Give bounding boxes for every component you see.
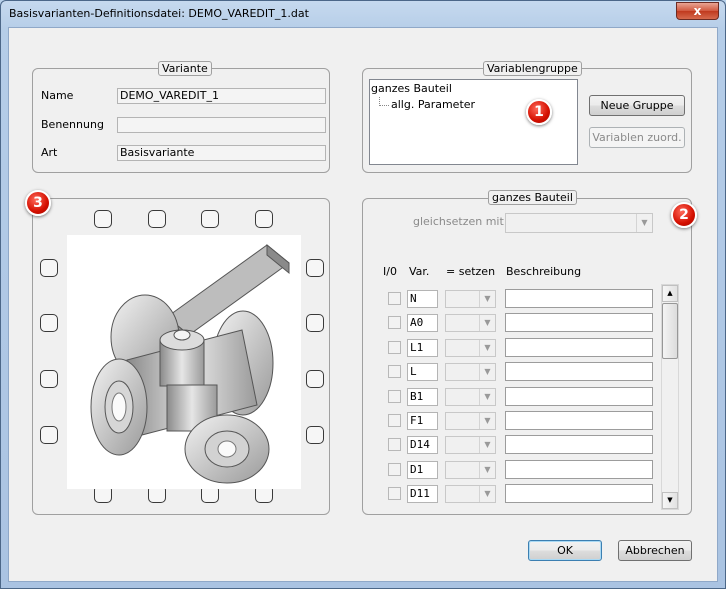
chevron-down-icon: ▼ — [479, 461, 495, 478]
badge-1: 1 — [526, 99, 552, 125]
badge-3: 3 — [25, 190, 51, 216]
name-label: Name — [41, 89, 74, 102]
slot-right-1[interactable] — [306, 259, 324, 277]
description-input[interactable] — [505, 435, 653, 455]
ok-button[interactable]: OK — [528, 540, 602, 561]
art-field: Basisvariante — [117, 145, 326, 161]
chevron-down-icon: ▼ — [479, 437, 495, 454]
io-checkbox[interactable] — [388, 438, 401, 452]
description-input[interactable] — [505, 362, 653, 382]
setzen-dropdown: ▼ — [445, 412, 496, 430]
valve-3d-icon — [90, 243, 290, 484]
io-checkbox[interactable] — [388, 365, 401, 379]
tree-item-child[interactable]: allg. Parameter — [391, 98, 475, 111]
scroll-thumb[interactable] — [662, 303, 678, 359]
neue-gruppe-button[interactable]: Neue Gruppe — [589, 95, 685, 116]
art-label: Art — [41, 146, 58, 159]
chevron-down-icon: ▼ — [479, 339, 495, 356]
benennung-field[interactable] — [117, 117, 326, 133]
description-input[interactable] — [505, 289, 653, 308]
col-desc-header: Beschreibung — [506, 265, 582, 278]
chevron-down-icon: ▼ — [479, 413, 495, 429]
variablengruppe-legend: Variablengruppe — [483, 61, 582, 76]
slot-left-2[interactable] — [40, 314, 58, 332]
chevron-down-icon: ▼ — [479, 364, 495, 381]
title-bar: Basisvarianten-Definitionsdatei: DEMO_VA… — [1, 1, 725, 27]
close-button[interactable]: x — [676, 2, 719, 20]
var-name-field: D14 — [407, 436, 438, 455]
slot-left-4[interactable] — [40, 426, 58, 444]
var-name-field: D11 — [407, 485, 438, 504]
variable-list-scrollbar[interactable]: ▲ ▼ — [661, 284, 679, 510]
window-title: Basisvarianten-Definitionsdatei: DEMO_VA… — [9, 7, 309, 20]
slot-right-2[interactable] — [306, 314, 324, 332]
slot-left-1[interactable] — [40, 259, 58, 277]
slot-right-3[interactable] — [306, 370, 324, 388]
io-checkbox[interactable] — [388, 340, 401, 354]
description-input[interactable] — [505, 337, 653, 357]
var-name-field: A0 — [407, 314, 438, 333]
chevron-down-icon: ▼ — [479, 291, 495, 307]
gleichsetzen-label: gleichsetzen mit — [413, 215, 504, 228]
setzen-dropdown: ▼ — [445, 485, 496, 504]
slot-top-2[interactable] — [148, 210, 166, 228]
slot-right-4[interactable] — [306, 426, 324, 444]
setzen-dropdown: ▼ — [445, 290, 496, 308]
var-name-field: B1 — [407, 387, 438, 406]
dialog-window: Basisvarianten-Definitionsdatei: DEMO_VA… — [0, 0, 726, 589]
col-io-header: I/0 — [383, 265, 397, 278]
badge-2: 2 — [671, 202, 697, 228]
description-input[interactable] — [505, 411, 653, 430]
description-input[interactable] — [505, 386, 653, 406]
variante-legend: Variante — [158, 61, 212, 76]
gleichsetzen-dropdown: ▼ — [505, 213, 653, 233]
benennung-label: Benennung — [41, 118, 104, 131]
slot-top-3[interactable] — [201, 210, 219, 228]
variablengruppe-group: Variablengruppe ganzes Bauteil allg. Par… — [362, 61, 692, 173]
chevron-down-icon: ▼ — [479, 388, 495, 405]
dialog-client-area: Variante Name DEMO_VAREDIT_1 Benennung A… — [8, 27, 718, 582]
var-name-field: F1 — [407, 412, 438, 430]
cancel-button[interactable]: Abbrechen — [618, 540, 692, 561]
bauteil-legend: ganzes Bauteil — [488, 190, 577, 205]
io-checkbox[interactable] — [388, 462, 401, 476]
description-input[interactable] — [505, 459, 653, 479]
variante-group: Variante Name DEMO_VAREDIT_1 Benennung A… — [32, 61, 330, 173]
io-checkbox[interactable] — [388, 414, 401, 427]
setzen-dropdown: ▼ — [445, 314, 496, 333]
setzen-dropdown: ▼ — [445, 338, 496, 357]
description-input[interactable] — [505, 484, 653, 504]
variablen-zuord-button: Variablen zuord. — [589, 127, 685, 148]
setzen-dropdown: ▼ — [445, 387, 496, 406]
scroll-down-icon[interactable]: ▼ — [662, 492, 678, 509]
scroll-up-icon[interactable]: ▲ — [662, 285, 678, 302]
io-checkbox[interactable] — [388, 292, 401, 305]
name-field[interactable]: DEMO_VAREDIT_1 — [117, 88, 326, 104]
tree-connector — [379, 97, 389, 106]
io-checkbox[interactable] — [388, 487, 401, 501]
var-name-field: N — [407, 290, 438, 308]
var-name-field: D1 — [407, 460, 438, 479]
chevron-down-icon: ▼ — [479, 486, 495, 503]
var-name-field: L — [407, 363, 438, 382]
col-setzen-header: = setzen — [446, 265, 496, 278]
setzen-dropdown: ▼ — [445, 460, 496, 479]
setzen-dropdown: ▼ — [445, 363, 496, 382]
slot-top-4[interactable] — [255, 210, 273, 228]
slot-left-3[interactable] — [40, 370, 58, 388]
col-var-header: Var. — [409, 265, 430, 278]
var-name-field: L1 — [407, 338, 438, 357]
chevron-down-icon: ▼ — [479, 315, 495, 332]
chevron-down-icon: ▼ — [636, 214, 652, 232]
description-input[interactable] — [505, 313, 653, 333]
setzen-dropdown: ▼ — [445, 436, 496, 455]
io-checkbox[interactable] — [388, 316, 401, 330]
tree-item-root[interactable]: ganzes Bauteil — [371, 82, 452, 95]
slot-top-1[interactable] — [94, 210, 112, 228]
io-checkbox[interactable] — [388, 389, 401, 403]
part-preview-image — [67, 235, 301, 489]
